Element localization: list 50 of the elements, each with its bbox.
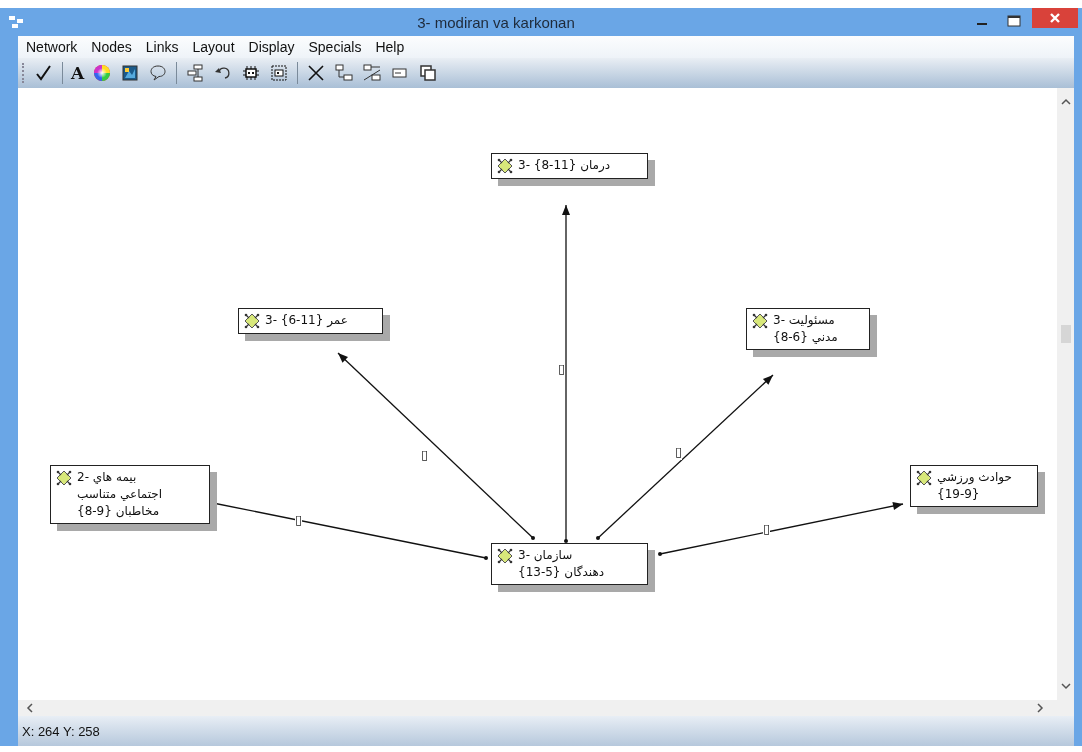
- menu-item[interactable]: Network: [24, 39, 80, 55]
- link-arrow[interactable]: [562, 204, 570, 543]
- delete-icon[interactable]: [306, 63, 327, 83]
- chip-icon[interactable]: [241, 63, 262, 83]
- menu-item[interactable]: Nodes: [89, 39, 134, 55]
- node-label: {19-9}: [937, 486, 981, 503]
- node-label: 3- مسئوليت: [773, 312, 836, 329]
- scroll-left-icon[interactable]: [26, 703, 34, 713]
- text-style-button[interactable]: A: [71, 63, 85, 83]
- node-label: 3- سازمان: [518, 547, 574, 564]
- node-label: 2- بيمه هاي: [77, 469, 138, 486]
- node-icon: [243, 312, 261, 330]
- close-icon: [1049, 12, 1061, 24]
- link-arrow[interactable]: [658, 502, 904, 556]
- picture-icon[interactable]: [120, 63, 141, 83]
- window-title: 3- modiran va karkonan: [416, 13, 576, 31]
- node-label: {13-5} دهندگان: [518, 564, 605, 581]
- menu-item[interactable]: Layout: [190, 39, 237, 55]
- scroll-up-icon[interactable]: [1060, 98, 1071, 106]
- node-label: {8-6} مدني: [773, 329, 838, 346]
- scroll-down-icon[interactable]: [1060, 682, 1071, 690]
- hierarchy-icon[interactable]: [334, 63, 355, 83]
- node-icon: [915, 469, 933, 487]
- node-label: 3- عمر {11-6}: [265, 312, 348, 329]
- node-label: اجتماعي متناسب: [77, 486, 163, 503]
- menu-item[interactable]: Display: [246, 39, 297, 55]
- node-label: 3- درمان {11-8}: [518, 157, 611, 174]
- check-icon[interactable]: [34, 63, 54, 83]
- close-button[interactable]: [1032, 8, 1078, 28]
- color-wheel-icon[interactable]: [92, 63, 113, 83]
- node-icon: [496, 157, 514, 175]
- node-label: حوادث ورزشي: [937, 469, 1012, 486]
- cursor-coordinates: X: 264 Y: 258: [22, 723, 100, 739]
- scrollbar-thumb[interactable]: [1060, 325, 1071, 343]
- hierarchy-icon[interactable]: [362, 63, 383, 83]
- menu-item[interactable]: Links: [143, 39, 181, 55]
- scroll-right-icon[interactable]: [1036, 703, 1044, 713]
- app-icon: [8, 15, 24, 29]
- node-label: {8-9} مخاطبان: [77, 503, 161, 520]
- node-icon: [55, 469, 73, 487]
- chip-icon[interactable]: [269, 63, 290, 83]
- vertical-scrollbar[interactable]: [1057, 88, 1074, 700]
- speech-bubble-icon[interactable]: [148, 63, 169, 83]
- node-icon: [496, 547, 514, 565]
- node-icon: [751, 312, 769, 330]
- tree-icon[interactable]: [185, 63, 206, 83]
- horizontal-scrollbar[interactable]: [18, 700, 1074, 716]
- menu-item[interactable]: Specials: [306, 39, 364, 55]
- menu-item[interactable]: Help: [373, 39, 407, 55]
- copy-icon[interactable]: [418, 63, 439, 83]
